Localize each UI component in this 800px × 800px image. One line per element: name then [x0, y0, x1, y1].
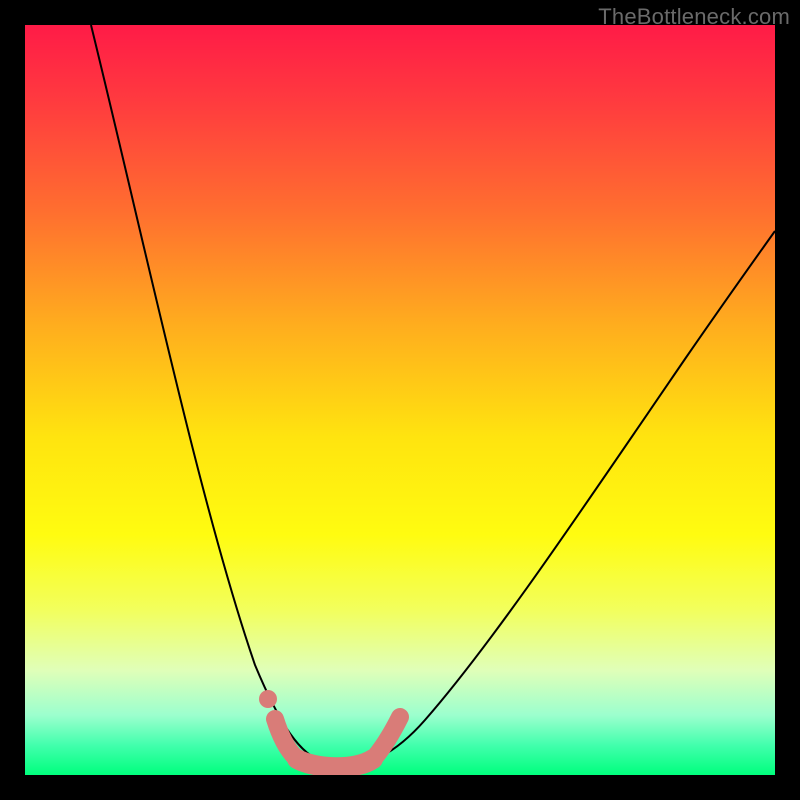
watermark-text: TheBottleneck.com [598, 4, 790, 30]
chart-svg [25, 25, 775, 775]
curve-main [91, 25, 775, 766]
chart-frame [25, 25, 775, 775]
pink-basin [297, 759, 373, 767]
pink-right-stem [375, 717, 400, 757]
